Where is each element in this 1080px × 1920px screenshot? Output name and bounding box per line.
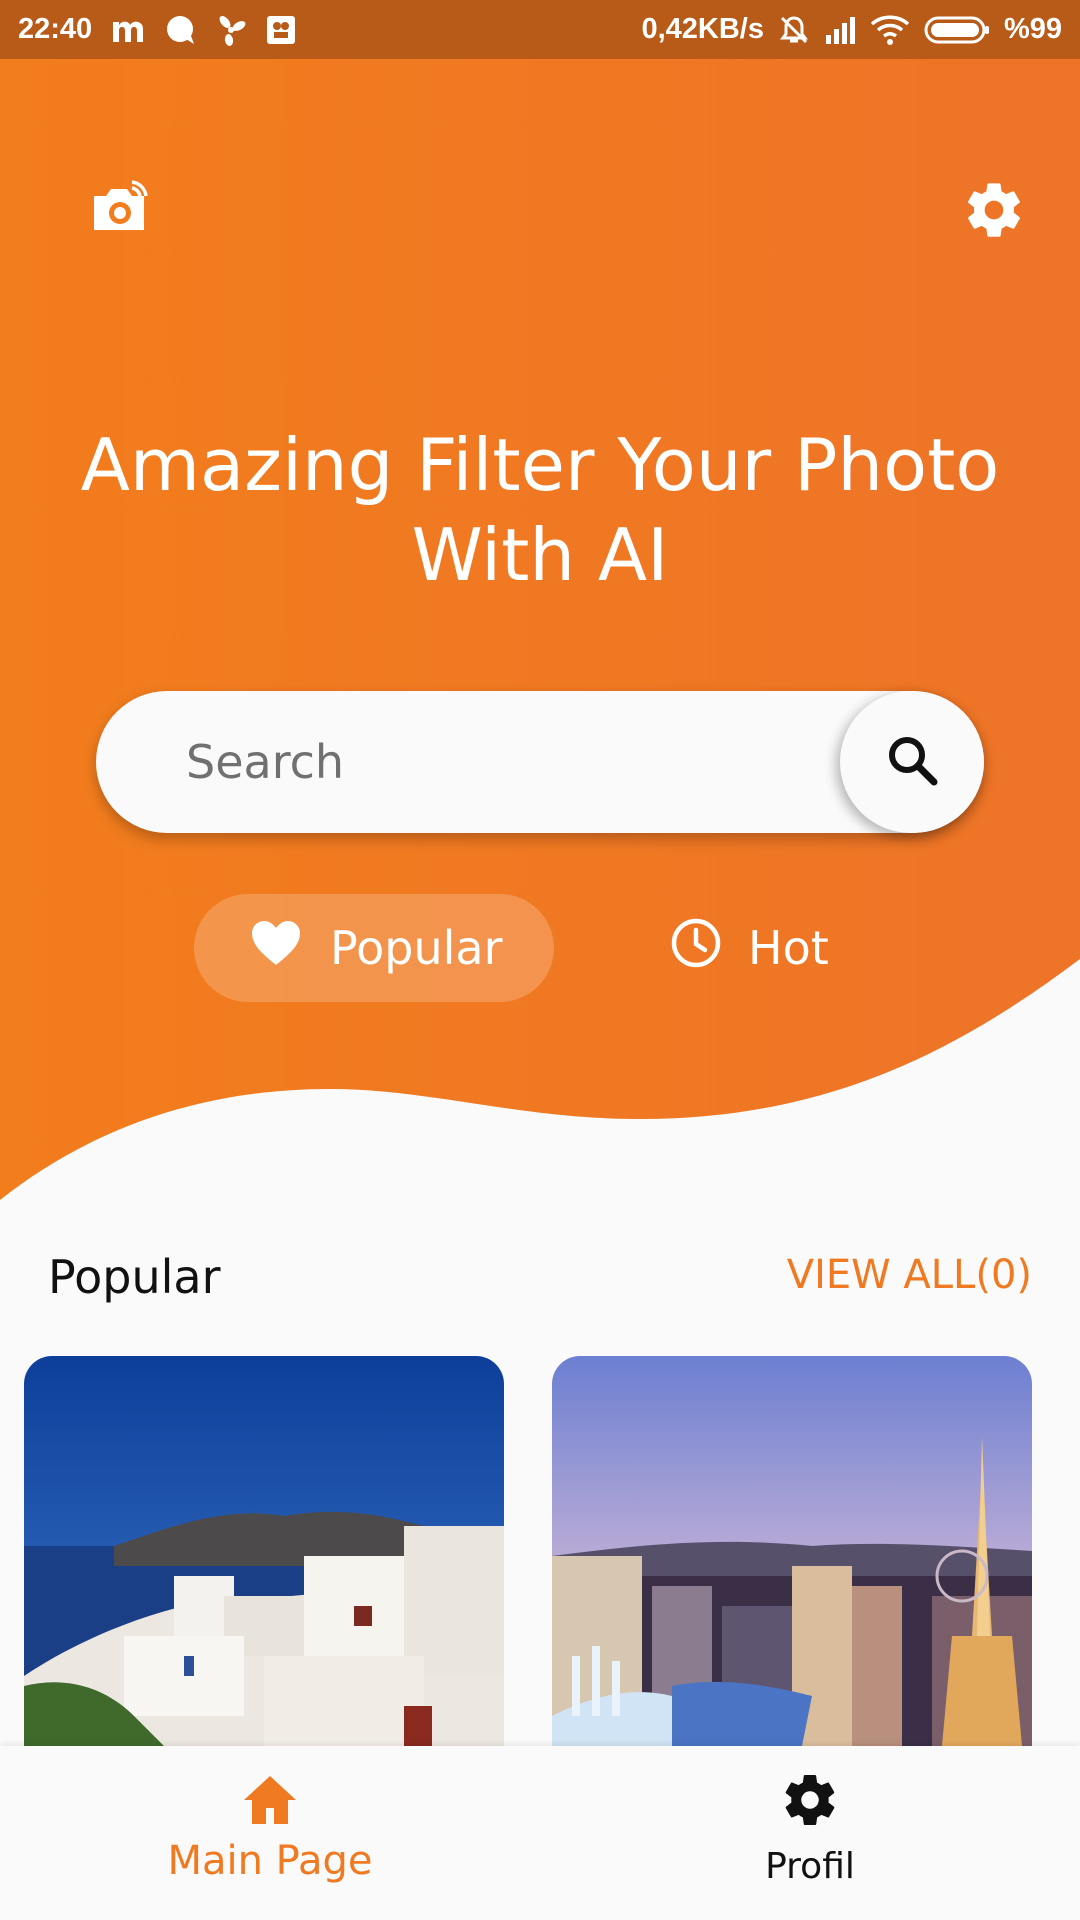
heart-icon [250,919,302,978]
gear-icon [780,1770,840,1830]
search-button[interactable] [840,691,984,833]
signal-icon [824,15,856,45]
bottom-nav: Main Page Profil [0,1746,1080,1920]
gear-icon [962,183,1026,246]
nav-main-page-label: Main Page [167,1838,373,1884]
battery-level: %99 [1003,13,1062,45]
santorini-photo [24,1356,504,1746]
nav-main-page[interactable]: Main Page [0,1746,540,1920]
photo-card[interactable] [552,1356,1032,1746]
fan-icon [214,14,248,46]
headline-line-1: Amazing Filter Your Photo [80,423,1000,507]
status-time: 22:40 [18,13,93,45]
section-title: Popular [48,1250,221,1304]
las-vegas-photo [552,1356,1032,1746]
hero-background [0,59,1080,1200]
nav-profil[interactable]: Profil [540,1746,1080,1920]
clock-icon [670,917,722,980]
net-speed: 0,42KB/s [641,13,764,45]
tab-hot[interactable]: Hot [650,894,900,1002]
view-all-link[interactable]: VIEW ALL(0) [787,1252,1032,1298]
hero-header: Amazing Filter Your Photo With AI [0,59,1080,1209]
mute-icon [778,14,810,46]
search-input[interactable] [186,727,806,797]
home-icon [240,1770,300,1830]
m-app-icon [110,16,146,44]
app-icon [266,15,296,45]
nav-profil-label: Profil [765,1846,855,1887]
headline: Amazing Filter Your Photo With AI [60,420,1020,600]
tab-hot-label: Hot [748,921,829,975]
tab-popular-label: Popular [330,921,503,975]
search-icon [883,731,941,793]
settings-button[interactable] [962,178,1026,242]
camera-button[interactable] [88,176,152,240]
photo-card[interactable] [24,1356,504,1746]
chat-icon [164,14,196,46]
camera-icon [88,180,152,244]
headline-line-2: With AI [411,513,669,597]
status-bar: 22:40 0,42KB/s %99 [0,0,1080,59]
tab-popular[interactable]: Popular [194,894,554,1002]
battery-icon [924,15,990,45]
search-bar [96,691,984,833]
wifi-icon [870,14,910,46]
